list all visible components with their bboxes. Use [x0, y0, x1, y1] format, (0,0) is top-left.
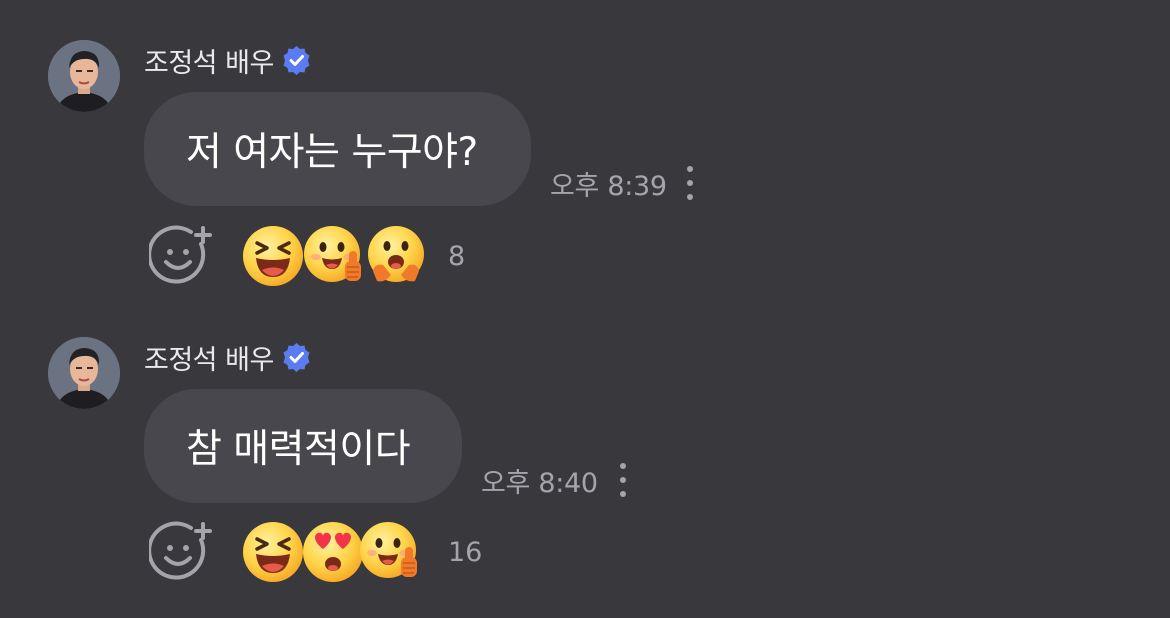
sender-name[interactable]: 조정석 배우 — [144, 41, 274, 80]
sender-row: 조정석 배우 — [144, 337, 313, 377]
add-reaction-icon[interactable] — [147, 520, 213, 584]
hugging-face-icon — [365, 225, 427, 287]
avatar[interactable] — [48, 337, 120, 409]
avatar[interactable] — [48, 40, 120, 112]
sender-row: 조정석 배우 — [144, 40, 313, 80]
message-text: 참 매력적이다 — [186, 427, 411, 472]
grinning-squint-face-icon — [242, 521, 304, 583]
more-options-icon[interactable] — [618, 463, 628, 497]
smiling-face-thumbs-up-icon — [303, 225, 365, 287]
message-bubble[interactable]: 저 여자는 누구야? — [144, 92, 531, 206]
verified-badge-icon — [280, 44, 313, 77]
message-time: 오후 8:39 — [550, 171, 667, 202]
smiling-face-thumbs-up-icon — [359, 521, 421, 583]
verified-badge-icon — [280, 341, 313, 374]
heart-eyes-face-icon — [302, 521, 364, 583]
reaction-count: 16 — [448, 537, 483, 568]
add-reaction-icon[interactable] — [147, 224, 213, 288]
message-time: 오후 8:40 — [481, 468, 598, 499]
message-text: 저 여자는 누구야? — [186, 130, 478, 175]
more-options-icon[interactable] — [685, 166, 695, 200]
grinning-squint-face-icon — [242, 225, 304, 287]
reaction-count: 8 — [448, 241, 466, 272]
message-bubble[interactable]: 참 매력적이다 — [144, 389, 462, 503]
sender-name[interactable]: 조정석 배우 — [144, 338, 274, 377]
